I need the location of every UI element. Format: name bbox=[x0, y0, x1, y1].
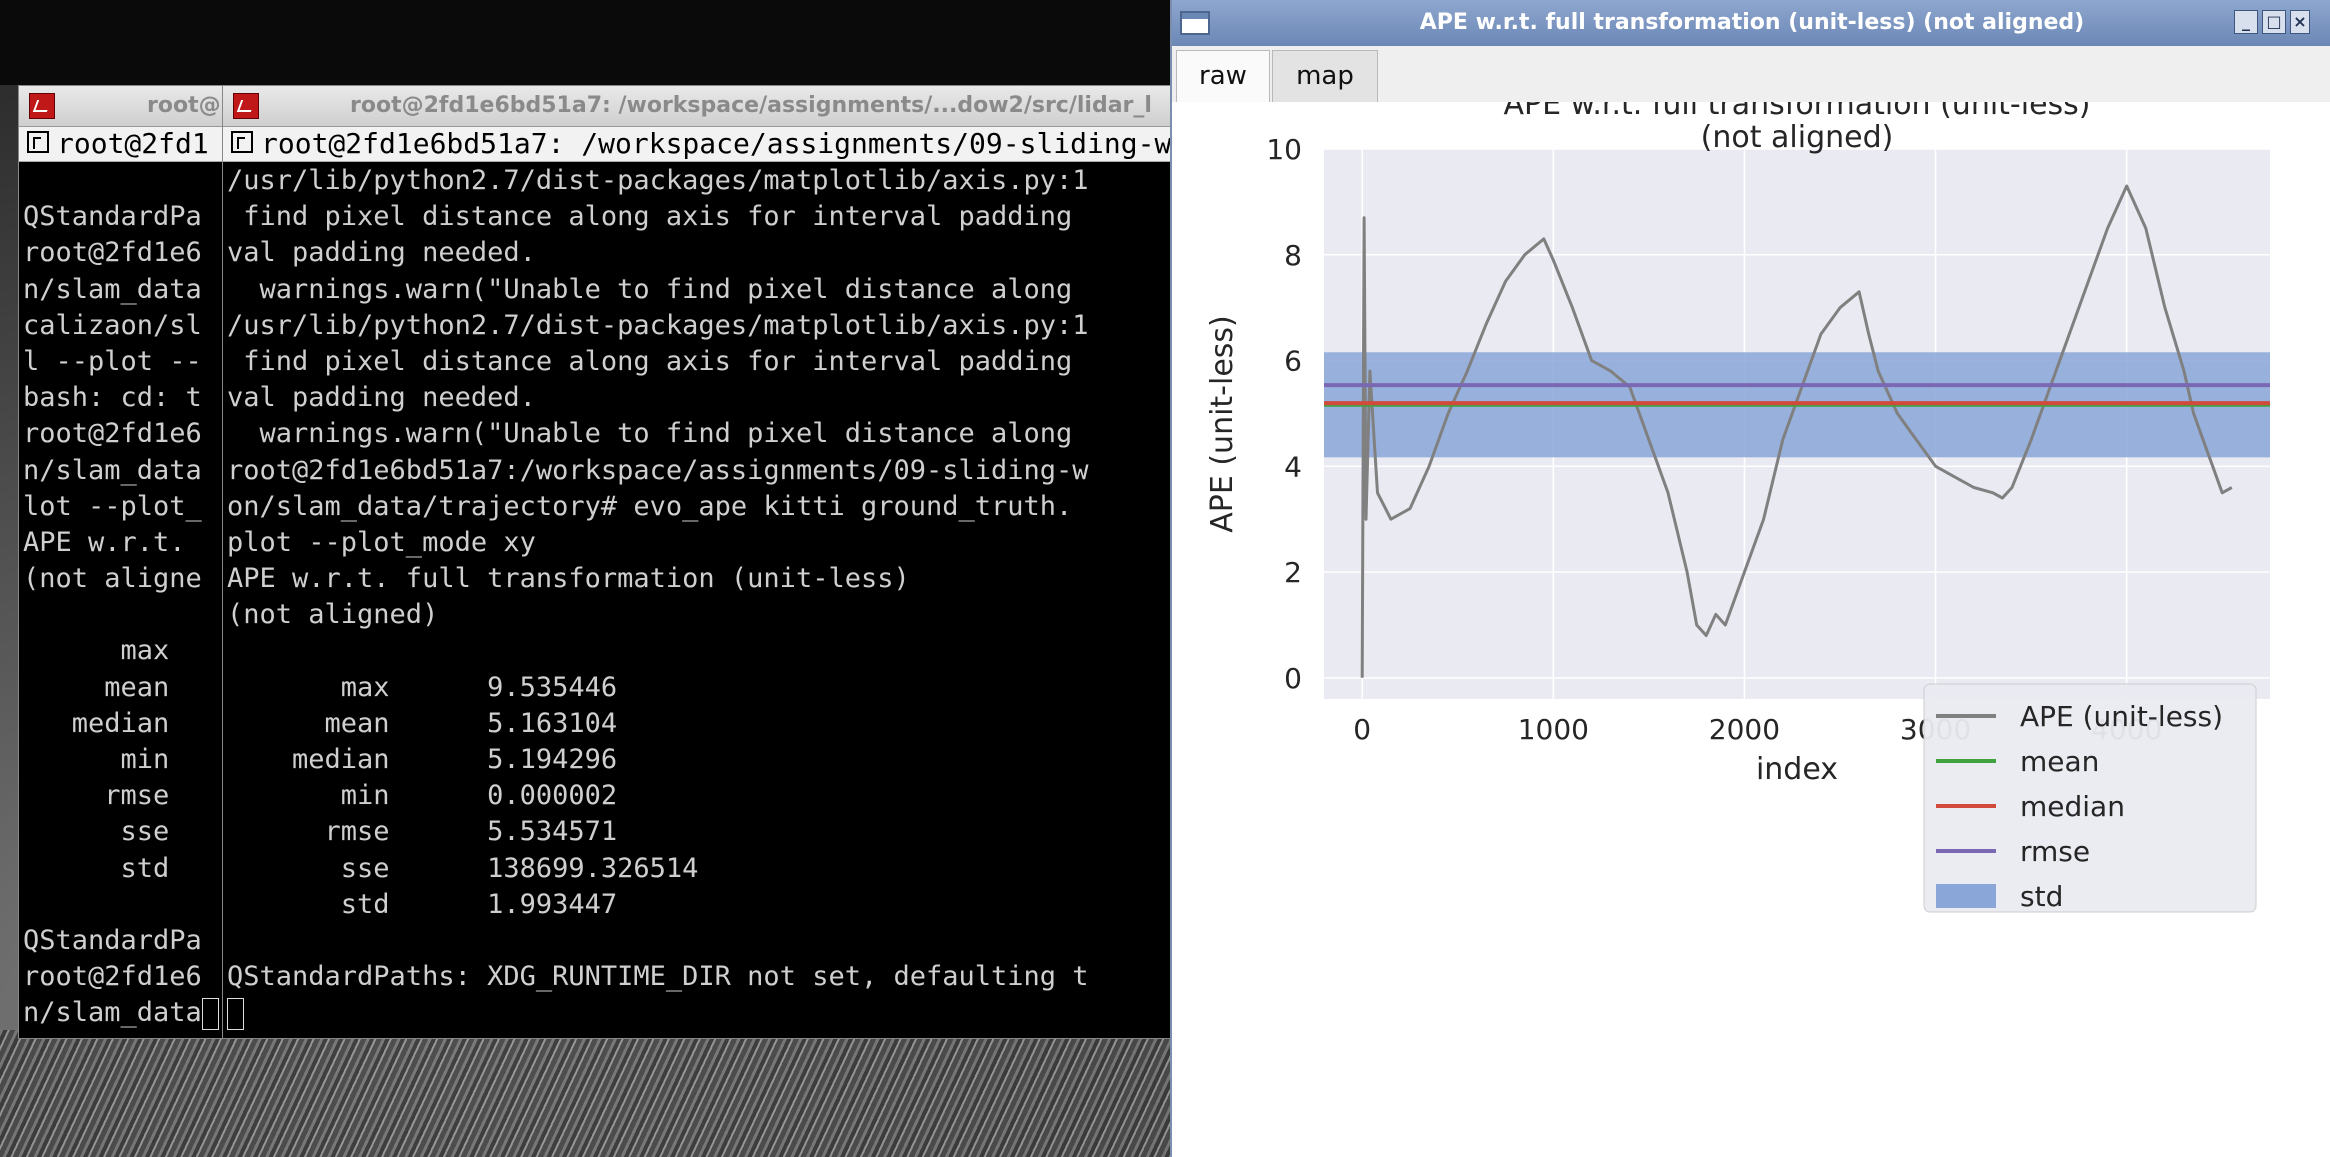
terminal-line: mean 5.163104 bbox=[227, 707, 618, 739]
y-tick-label: 6 bbox=[1284, 345, 1302, 378]
terminal-titlebar[interactable]: root@2fd1e6bd51a7: /workspace/assignment… bbox=[223, 86, 1171, 127]
terminal-app-icon bbox=[29, 93, 55, 119]
tab-map[interactable]: map bbox=[1272, 50, 1378, 102]
terminal-line: plot --plot_mode xy bbox=[227, 526, 536, 558]
terminal-line: on/slam_data/trajectory# evo_ape kitti g… bbox=[227, 490, 1073, 522]
terminal-line: median 5.194296 bbox=[227, 744, 618, 775]
terminal-line: rmse 5.534571 bbox=[227, 816, 618, 848]
terminal-line: warnings.warn("Unable to find pixel dist… bbox=[227, 273, 1073, 305]
desktop-dark-area bbox=[0, 0, 1170, 85]
ape-chart: 024681001000200030004000APE w.r.t. full … bbox=[1205, 102, 2270, 913]
legend-label: APE (unit-less) bbox=[2020, 700, 2223, 733]
window-icon bbox=[1180, 11, 1210, 35]
y-tick-label: 10 bbox=[1266, 133, 1302, 166]
terminal-tab-label: root@2fd1 bbox=[57, 127, 209, 160]
terminal-line: warnings.warn("Unable to find pixel dist… bbox=[227, 418, 1073, 450]
y-axis-label: APE (unit-less) bbox=[1205, 315, 1240, 533]
plot-tabs: raw map bbox=[1172, 46, 2330, 104]
legend-label: median bbox=[2020, 790, 2125, 823]
terminal-app-icon bbox=[233, 93, 259, 119]
terminal-line: APE w.r.t. full transformation (unit-les… bbox=[227, 563, 910, 595]
terminal-line: /usr/lib/python2.7/dist-packages/matplot… bbox=[227, 309, 1089, 341]
plot-window-title: APE w.r.t. full transformation (unit-les… bbox=[1419, 10, 2085, 35]
legend-label: std bbox=[2020, 880, 2063, 913]
terminal-cursor bbox=[227, 997, 244, 1030]
terminal-line: std 1.993447 bbox=[227, 888, 618, 920]
terminal-title-text: root@2fd1e6bd51a7: /workspace/assignment… bbox=[350, 93, 1152, 118]
y-tick-label: 4 bbox=[1284, 450, 1302, 483]
terminal-line: sse 138699.326514 bbox=[227, 852, 699, 884]
y-tick-label: 8 bbox=[1284, 239, 1302, 272]
terminal-line: find pixel distance along axis for inter… bbox=[227, 201, 1073, 233]
minimize-button[interactable]: _ bbox=[2234, 10, 2258, 34]
y-tick-label: 0 bbox=[1284, 662, 1302, 695]
terminal-line: /usr/lib/python2.7/dist-packages/matplot… bbox=[227, 165, 1089, 196]
chart-title: APE w.r.t. full transformation (unit-les… bbox=[1503, 102, 2090, 122]
plot-window-titlebar[interactable]: APE w.r.t. full transformation (unit-les… bbox=[1172, 0, 2330, 46]
x-tick-label: 1000 bbox=[1518, 713, 1589, 746]
plot-canvas[interactable]: 024681001000200030004000APE w.r.t. full … bbox=[1172, 102, 2330, 1157]
terminal-line: val padding needed. bbox=[227, 237, 536, 269]
terminal-line bbox=[227, 995, 1171, 1031]
terminal-cursor bbox=[201, 997, 219, 1030]
tab-raw[interactable]: raw bbox=[1176, 50, 1270, 104]
legend-label: mean bbox=[2020, 745, 2099, 778]
terminal-line: root@2fd1e6bd51a7:/workspace/assignments… bbox=[227, 454, 1089, 486]
terminal-line: val padding needed. bbox=[227, 382, 536, 414]
plot-window[interactable]: APE w.r.t. full transformation (unit-les… bbox=[1170, 0, 2330, 1157]
terminal-output[interactable]: /usr/lib/python2.7/dist-packages/matplot… bbox=[227, 163, 1171, 1038]
maximize-button[interactable]: □ bbox=[2262, 10, 2286, 34]
x-tick-label: 0 bbox=[1353, 713, 1371, 746]
x-tick-label: 2000 bbox=[1709, 713, 1780, 746]
terminal-title-text: root@ bbox=[147, 93, 221, 118]
y-tick-label: 2 bbox=[1284, 556, 1302, 589]
desktop-wallpaper bbox=[0, 1030, 1170, 1157]
chart-subtitle: (not aligned) bbox=[1701, 120, 1894, 155]
close-button[interactable]: × bbox=[2290, 10, 2310, 34]
legend-swatch bbox=[1936, 884, 1996, 908]
terminal-line: QStandardPaths: XDG_RUNTIME_DIR not set,… bbox=[227, 961, 1089, 993]
terminal-line: (not aligned) bbox=[227, 599, 439, 631]
terminal-line: max 9.535446 bbox=[227, 671, 618, 703]
terminal-window-front[interactable]: root@2fd1e6bd51a7: /workspace/assignment… bbox=[222, 85, 1172, 1039]
terminal-tab[interactable]: root@2fd1e6bd51a7: /workspace/assignment… bbox=[223, 127, 1171, 162]
terminal-tab-icon bbox=[231, 131, 253, 153]
terminal-tab-icon bbox=[27, 131, 49, 153]
terminal-line: find pixel distance along axis for inter… bbox=[227, 345, 1073, 377]
terminal-line: min 0.000002 bbox=[227, 780, 618, 812]
terminal-tab-label: root@2fd1e6bd51a7: /workspace/assignment… bbox=[261, 127, 1171, 160]
legend-label: rmse bbox=[2020, 835, 2090, 868]
x-axis-label: index bbox=[1756, 752, 1838, 787]
